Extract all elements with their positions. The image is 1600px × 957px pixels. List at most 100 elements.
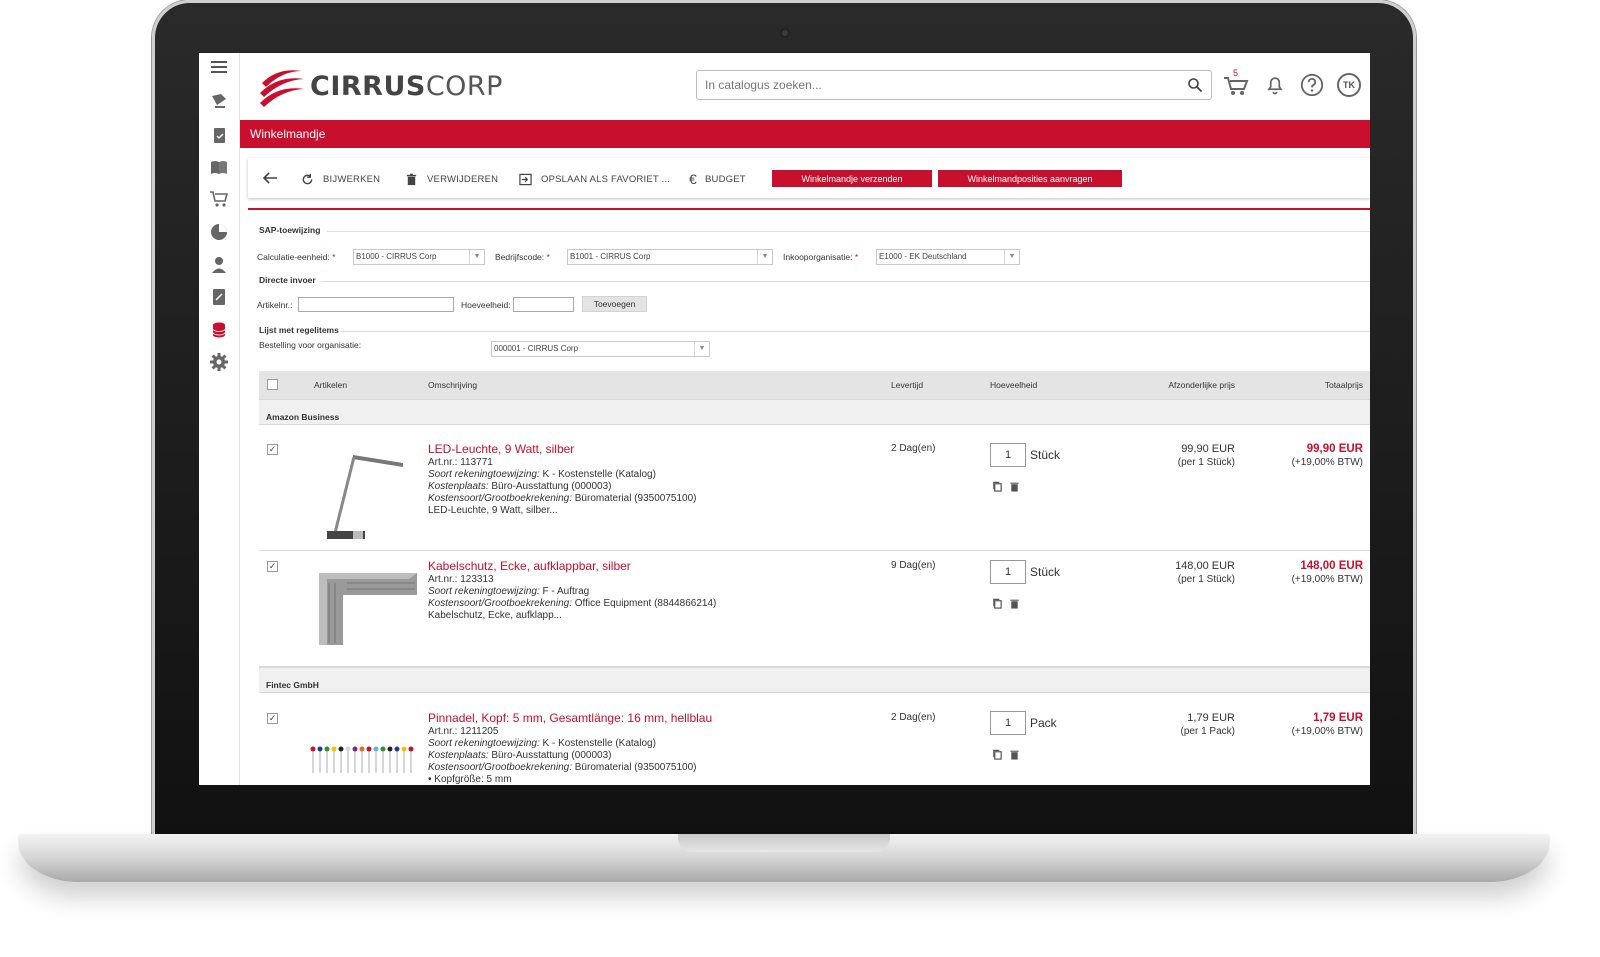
avatar[interactable]: TK: [1337, 73, 1361, 97]
add-button[interactable]: Toevoegen: [582, 296, 647, 312]
product-image: [327, 455, 403, 539]
chevron-down-icon: ▼: [469, 250, 484, 264]
logo[interactable]: CIRRUSCORP: [258, 63, 503, 109]
product-title[interactable]: LED-Leuchte, 9 Watt, silber: [428, 442, 574, 456]
product-image: [319, 573, 417, 645]
lead-time: 2 Dag(en): [891, 443, 936, 454]
unit-price-basis: (per 1 Stück): [1177, 574, 1235, 585]
euro-icon: €: [689, 171, 697, 187]
product-title[interactable]: Pinnadel, Kopf: 5 mm, Gesamtlänge: 16 mm…: [428, 711, 712, 725]
menu-icon[interactable]: [207, 55, 231, 79]
sidebar: [199, 53, 240, 785]
help-button[interactable]: [1298, 71, 1326, 99]
row-checkbox[interactable]: ✓: [267, 561, 278, 572]
camera: [780, 28, 790, 38]
search-box[interactable]: [696, 70, 1212, 100]
quantity-label: Hoeveelheid:: [461, 300, 511, 310]
lead-time: 9 Dag(en): [891, 560, 936, 571]
trash-icon[interactable]: [1009, 598, 1020, 609]
row-actions: [992, 481, 1020, 492]
product-title[interactable]: Kabelschutz, Ecke, aufklappbar, silber: [428, 559, 631, 573]
quantity-field[interactable]: 1: [990, 711, 1026, 735]
tax-note: (+19,00% BTW): [1291, 726, 1363, 737]
tax-note: (+19,00% BTW): [1291, 457, 1363, 468]
col-description: Omschrijving: [428, 380, 478, 390]
unit-price: 1,79 EUR: [1187, 712, 1235, 724]
toolbar-divider: [248, 208, 1370, 210]
lead-time: 2 Dag(en): [891, 712, 936, 723]
clipboard-icon[interactable]: [207, 123, 231, 147]
pie-chart-icon[interactable]: [207, 220, 231, 244]
gear-icon[interactable]: [207, 350, 231, 374]
save-favorite-button[interactable]: OPSLAAN ALS FAVORIET ...: [519, 171, 670, 187]
update-button[interactable]: BIJWERKEN: [301, 171, 380, 187]
cost-center: Kostenplaats: Büro-Ausstattung (000003): [428, 750, 612, 761]
order-org-select[interactable]: 000001 - CIRRUS Corp ▼: [491, 341, 710, 357]
article-number: Art.nr.: 113771: [428, 457, 493, 468]
refresh-icon: [302, 173, 313, 184]
page-title: Winkelmandje: [240, 120, 1370, 148]
order-org-label: Bestelling voor organisatie:: [259, 340, 362, 350]
select-all-checkbox[interactable]: [267, 379, 278, 390]
book-icon[interactable]: [207, 155, 231, 179]
total-price: 148,00 EUR: [1300, 560, 1363, 572]
cart-icon[interactable]: [207, 187, 231, 211]
quantity-unit: Stück: [1030, 565, 1061, 579]
trash-icon[interactable]: [1009, 749, 1020, 760]
unit-price-basis: (per 1 Stück): [1177, 457, 1235, 468]
quantity-unit: Stück: [1030, 448, 1061, 462]
gl-account: Kostensoort/Grootboekrekening: Büromater…: [428, 762, 697, 773]
user-icon[interactable]: [207, 253, 231, 277]
copy-icon[interactable]: [992, 481, 1003, 492]
search-input[interactable]: [697, 71, 1167, 99]
col-articles: Artikelen: [314, 380, 348, 390]
unit-price: 148,00 EUR: [1175, 560, 1235, 572]
trash-icon[interactable]: [1009, 481, 1020, 492]
copy-icon[interactable]: [992, 598, 1003, 609]
section-divider: [340, 331, 1370, 332]
save-favorite-icon: [519, 173, 532, 185]
article-number: Art.nr.: 1211205: [428, 726, 499, 737]
article-number-label: Artikelnr.:: [257, 300, 293, 310]
request-items-button[interactable]: Winkelmandposities aanvragen: [938, 170, 1122, 187]
account-assignment: Soort rekeningtoewijzing: K - Kostenstel…: [428, 469, 656, 480]
quantity-field[interactable]: 1: [990, 560, 1026, 584]
chevron-down-icon: ▼: [694, 342, 709, 356]
copy-icon[interactable]: [992, 749, 1003, 760]
purchasing-org-label: Inkooporganisatie: *: [783, 252, 859, 262]
company-code-select[interactable]: B1001 - CIRRUS Corp ▼: [567, 249, 773, 265]
calc-unit-select[interactable]: B1000 - CIRRUS Corp ▼: [353, 249, 485, 265]
catalog-icon[interactable]: [207, 89, 231, 113]
group-header: Fintec GmbH: [259, 667, 1370, 693]
edit-icon[interactable]: [207, 285, 231, 309]
product-summary: • Kopfgröße: 5 mm: [428, 774, 512, 785]
purchasing-org-select[interactable]: E1000 - EK Deutschland ▼: [876, 249, 1020, 265]
chevron-down-icon: ▼: [757, 250, 772, 264]
section-divider: [321, 281, 1370, 282]
table-row: ✓ Pinnadel, Kopf: 5 mm, Gesamtlänge: 16 …: [259, 693, 1370, 785]
budget-button[interactable]: € BUDGET: [689, 171, 746, 187]
delete-button[interactable]: VERWIJDEREN: [405, 171, 498, 187]
back-arrow-icon[interactable]: [261, 169, 279, 187]
quantity-field[interactable]: 1: [990, 443, 1026, 467]
cart-button[interactable]: 5: [1222, 68, 1250, 99]
row-checkbox[interactable]: ✓: [267, 444, 278, 455]
product-summary: Kabelschutz, Ecke, aufklapp...: [428, 610, 562, 621]
product-image: [310, 746, 414, 773]
send-cart-button[interactable]: Winkelmandje verzenden: [772, 170, 932, 187]
account-assignment: Soort rekeningtoewijzing: F - Auftrag: [428, 586, 590, 597]
notifications-button[interactable]: [1261, 71, 1289, 99]
col-total: Totaalprijs: [1324, 380, 1363, 390]
table-row: ✓ Kabelschutz, Ecke, aufklappbar, silber…: [259, 551, 1370, 667]
row-checkbox[interactable]: ✓: [267, 713, 278, 724]
article-number-input[interactable]: [298, 297, 454, 312]
database-icon[interactable]: [207, 318, 231, 342]
total-price: 1,79 EUR: [1313, 712, 1363, 724]
direct-entry-title: Directe invoer: [259, 275, 316, 285]
search-icon[interactable]: [1187, 77, 1203, 93]
table-row: ✓ LED-Leuchte, 9 Watt, silber Art.nr.: 1…: [259, 425, 1370, 551]
cost-center: Kostenplaats: Büro-Ausstattung (000003): [428, 481, 612, 492]
quantity-input[interactable]: [513, 297, 574, 312]
product-summary: LED-Leuchte, 9 Watt, silber...: [428, 505, 558, 516]
chevron-down-icon: ▼: [1004, 250, 1019, 264]
